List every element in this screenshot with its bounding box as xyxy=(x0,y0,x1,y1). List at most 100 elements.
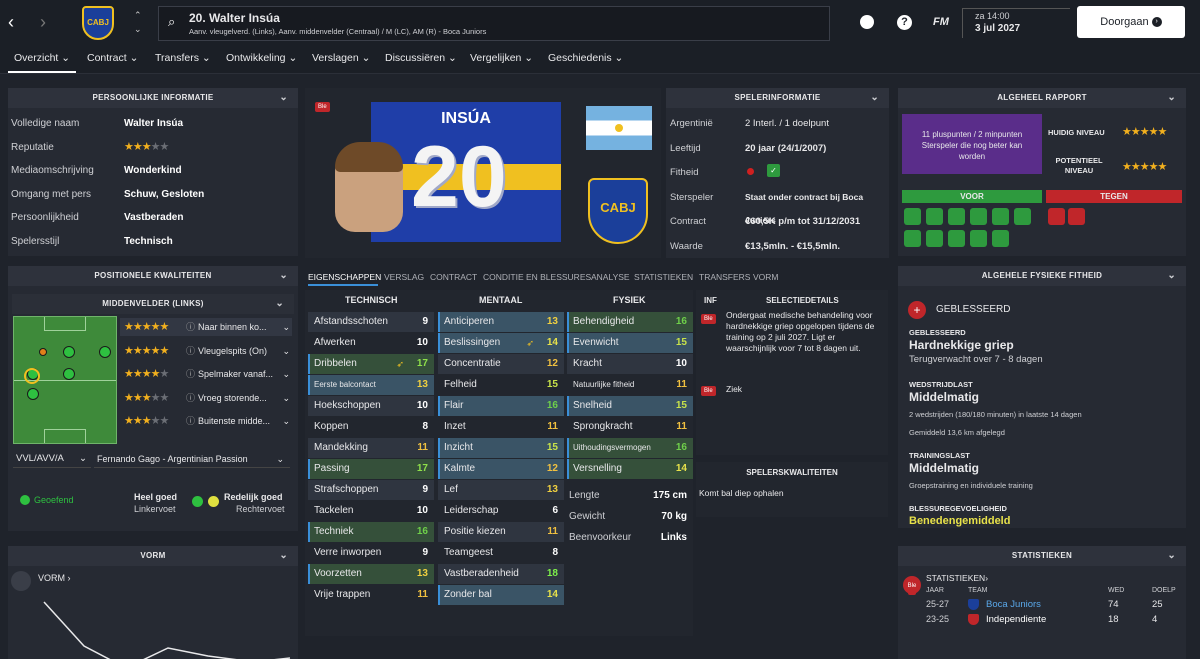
subtab-statistieken[interactable]: STATISTIEKEN xyxy=(634,272,693,282)
chevron-down-icon[interactable]: ⌄ xyxy=(279,266,288,286)
tab-ontwikkeling[interactable]: Ontwikkeling ⌄ xyxy=(226,52,297,64)
position-dot[interactable] xyxy=(39,348,47,356)
forward-icon[interactable]: › xyxy=(40,12,46,33)
attribute-row[interactable]: Hoekschoppen 10 xyxy=(308,396,434,416)
tab-geschiedenis[interactable]: Geschiedenis ⌄ xyxy=(548,52,623,64)
attribute-row[interactable]: Zonder bal 14 xyxy=(438,585,564,605)
position-dot[interactable] xyxy=(27,388,39,400)
attribute-row[interactable]: Passing 17 xyxy=(308,459,434,479)
subtab-transfers[interactable]: TRANSFERS xyxy=(699,272,750,282)
attribute-row[interactable]: Lef 13 xyxy=(438,480,564,500)
attribute-row[interactable]: Natuurlijke fitheid 11 xyxy=(567,375,693,395)
attribute-row[interactable]: Anticiperen 13 xyxy=(438,312,564,332)
fm-logo[interactable]: FM xyxy=(933,16,949,28)
chevron-down-icon[interactable]: ⌄ xyxy=(1167,266,1176,286)
attribute-row[interactable]: Voorzetten 13 xyxy=(308,564,434,584)
role-row[interactable]: ★★★★★ ⓘ Vroeg storende... ⌄ xyxy=(120,389,292,407)
target-icon[interactable] xyxy=(1048,208,1065,225)
attribute-value: 9 xyxy=(422,316,428,327)
ball-icon[interactable] xyxy=(1014,208,1031,225)
attribute-row[interactable]: Positie kiezen 11 xyxy=(438,522,564,542)
tab-transfers[interactable]: Transfers ⌄ xyxy=(155,52,211,64)
positional-subheader[interactable]: MIDDENVELDER (LINKS) ⌄ xyxy=(12,294,294,314)
attribute-row[interactable]: Koppen 8 xyxy=(308,417,434,437)
attribute-row[interactable]: Snelheid 15 xyxy=(567,396,693,416)
clot-icon[interactable] xyxy=(1068,208,1085,225)
chevron-down-icon[interactable]: ⌄ xyxy=(870,88,879,108)
subtab-analyse[interactable]: ANALYSE xyxy=(591,272,630,282)
chevron-down-icon[interactable]: ⌄ xyxy=(1167,88,1176,108)
run2-icon[interactable] xyxy=(970,208,987,225)
subtab-eigenschappen[interactable]: EIGENSCHAPPEN xyxy=(308,272,381,282)
attribute-row[interactable]: Behendigheid 16 xyxy=(567,312,693,332)
chart-icon[interactable] xyxy=(904,230,921,247)
role-row[interactable]: ★★★★★ ⓘ Vleugelspits (On) ⌄ xyxy=(120,342,292,360)
tab-vergelijken[interactable]: Vergelijken ⌄ xyxy=(470,52,533,64)
football-icon[interactable] xyxy=(860,15,874,29)
attribute-row[interactable]: Evenwicht 15 xyxy=(567,333,693,353)
subtab-conditie-en-blessures[interactable]: CONDITIE EN BLESSURES xyxy=(483,272,591,282)
subtab-contract[interactable]: CONTRACT xyxy=(430,272,477,282)
attribute-row[interactable]: Afwerken 10 xyxy=(308,333,434,353)
attribute-row[interactable]: Beslissingen ➶ 14 xyxy=(438,333,564,353)
position-dot[interactable] xyxy=(63,368,75,380)
attribute-row[interactable]: Uithoudingsvermogen 16 xyxy=(567,438,693,458)
style-select[interactable]: Fernando Gago - Argentinian Passion ⌄ xyxy=(94,450,290,468)
attribute-row[interactable]: Eerste balcontact 13 xyxy=(308,375,434,395)
attribute-row[interactable]: Kalmte 12 xyxy=(438,459,564,479)
attribute-row[interactable]: Vastberadenheid 18 xyxy=(438,564,564,584)
attribute-row[interactable]: Felheid 15 xyxy=(438,375,564,395)
attribute-row[interactable]: Concentratie 12 xyxy=(438,354,564,374)
scroll-down-icon[interactable]: ⌄ xyxy=(134,24,142,35)
attribute-row[interactable]: Mandekking 11 xyxy=(308,438,434,458)
attribute-row[interactable]: Afstandsschoten 9 xyxy=(308,312,434,332)
run-icon[interactable] xyxy=(904,208,921,225)
stats-link[interactable]: STATISTIEKEN› xyxy=(926,573,988,583)
back-icon[interactable]: ‹ xyxy=(8,12,14,33)
tab-verslagen[interactable]: Verslagen ⌄ xyxy=(312,52,370,64)
position-dot[interactable] xyxy=(99,346,111,358)
flag-icon[interactable] xyxy=(948,230,965,247)
attribute-row[interactable]: Flair 16 xyxy=(438,396,564,416)
role-row[interactable]: ★★★★★ ⓘ Naar binnen ko... ⌄ xyxy=(120,318,292,336)
scroll-up-icon[interactable]: ⌃ xyxy=(134,10,142,21)
attribute-row[interactable]: Inzet 11 xyxy=(438,417,564,437)
attribute-row[interactable]: Techniek 16 xyxy=(308,522,434,542)
brain-icon[interactable] xyxy=(992,208,1009,225)
subtab-verslag[interactable]: VERSLAG xyxy=(384,272,424,282)
lightning-icon[interactable] xyxy=(926,208,943,225)
pass-icon[interactable] xyxy=(970,230,987,247)
attribute-row[interactable]: Tackelen 10 xyxy=(308,501,434,521)
attribute-row[interactable]: Leiderschap 6 xyxy=(438,501,564,521)
attribute-row[interactable]: Versnelling 14 xyxy=(567,459,693,479)
attribute-row[interactable]: Inzicht 15 xyxy=(438,438,564,458)
tab-contract[interactable]: Contract ⌄ xyxy=(87,52,138,64)
form-link[interactable]: VORM › xyxy=(38,573,71,583)
attribute-row[interactable]: Strafschoppen 9 xyxy=(308,480,434,500)
group-icon[interactable] xyxy=(926,230,943,247)
attribute-row[interactable]: Teamgeest 8 xyxy=(438,543,564,563)
chevron-down-icon[interactable]: ⌄ xyxy=(275,294,284,314)
attribute-row[interactable]: Dribbelen ➶ 17 xyxy=(308,354,434,374)
star-icon[interactable] xyxy=(948,208,965,225)
subtab-vorm[interactable]: VORM xyxy=(753,272,779,282)
continue-button[interactable]: Doorgaan › xyxy=(1077,6,1185,38)
club-badge[interactable]: CABJ xyxy=(82,6,114,40)
tab-overzicht[interactable]: Overzicht ⌄ xyxy=(14,52,70,64)
chevron-down-icon[interactable]: ⌄ xyxy=(279,546,288,566)
tab-discussiëren[interactable]: Discussiëren ⌄ xyxy=(385,52,457,64)
position-dot[interactable] xyxy=(63,346,75,358)
player-search-box[interactable]: ⌕ 20. Walter Insúa Aanv. vleugelverd. (L… xyxy=(158,6,830,41)
chevron-down-icon[interactable]: ⌄ xyxy=(279,88,288,108)
stat-team[interactable]: Boca Juniors xyxy=(986,599,1041,610)
chevron-down-icon[interactable]: ⌄ xyxy=(1167,546,1176,566)
attribute-row[interactable]: Sprongkracht 11 xyxy=(567,417,693,437)
help-icon[interactable]: ? xyxy=(897,15,912,30)
role-row[interactable]: ★★★★★ ⓘ Buitenste midde... ⌄ xyxy=(120,412,292,430)
attribute-row[interactable]: Vrije trappen 11 xyxy=(308,585,434,605)
attribute-row[interactable]: Kracht 10 xyxy=(567,354,693,374)
role-row[interactable]: ★★★★★ ⓘ Spelmaker vanaf... ⌄ xyxy=(120,365,292,383)
trend-icon[interactable] xyxy=(992,230,1009,247)
attribute-row[interactable]: Verre inworpen 9 xyxy=(308,543,434,563)
duty-select[interactable]: VVL/AVV/A ⌄ xyxy=(13,450,91,468)
